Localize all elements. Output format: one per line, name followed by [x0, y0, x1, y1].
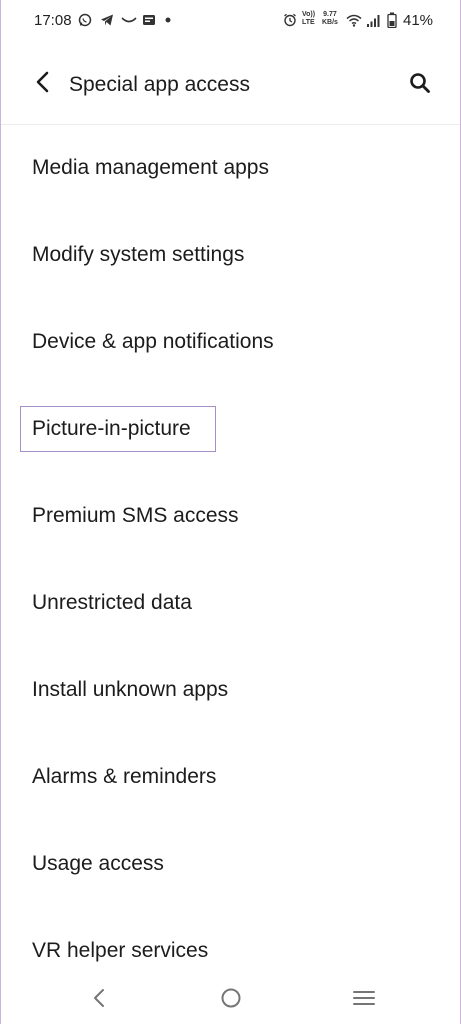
nav-back-icon: [92, 988, 106, 1013]
list-item-label: Modify system settings: [32, 243, 245, 266]
network-speed: 9.77 KB/s: [322, 11, 338, 26]
nav-home-button[interactable]: [215, 984, 247, 1016]
list-item-media-management-apps[interactable]: Media management apps: [1, 126, 460, 213]
search-button[interactable]: [405, 70, 435, 100]
battery-percent: 41%: [403, 12, 434, 29]
special-access-list: Media management apps Modify system sett…: [1, 126, 460, 996]
app-header: Special app access: [1, 52, 460, 118]
signal-icon: [365, 12, 381, 28]
message-icon: [141, 12, 157, 28]
header-divider: [1, 124, 460, 125]
list-item-install-unknown-apps[interactable]: Install unknown apps: [1, 648, 460, 735]
volte-indicator: Vo)) LTE: [302, 11, 316, 26]
list-item-label: Device & app notifications: [32, 330, 274, 353]
list-item-label: Premium SMS access: [32, 504, 239, 527]
page-title: Special app access: [69, 73, 250, 96]
screen-frame: 17:08 Vo)) LTE 9.77 KB/s 41% Special app…: [0, 0, 461, 1024]
list-item-label: Usage access: [32, 852, 164, 875]
list-item-unrestricted-data[interactable]: Unrestricted data: [1, 561, 460, 648]
nav-recents-icon: [353, 989, 375, 1012]
list-item-alarms-reminders[interactable]: Alarms & reminders: [1, 735, 460, 822]
whatsapp-icon: [77, 12, 93, 28]
nav-home-icon: [220, 987, 242, 1014]
nav-recents-button[interactable]: [348, 984, 380, 1016]
back-arrow-icon: [35, 71, 51, 98]
list-item-picture-in-picture[interactable]: Picture-in-picture: [1, 387, 460, 474]
status-bar: 17:08 Vo)) LTE 9.77 KB/s 41%: [1, 0, 460, 44]
dot-icon: [163, 12, 173, 28]
list-item-label: Alarms & reminders: [32, 765, 217, 788]
wifi-icon: [345, 12, 363, 28]
list-item-label: Install unknown apps: [32, 678, 229, 701]
list-item-label: VR helper services: [32, 939, 209, 962]
list-item-modify-system-settings[interactable]: Modify system settings: [1, 213, 460, 300]
list-item-premium-sms-access[interactable]: Premium SMS access: [1, 474, 460, 561]
alarm-icon: [282, 12, 298, 28]
search-icon: [409, 72, 431, 99]
back-button[interactable]: [29, 70, 57, 98]
list-item-device-app-notifications[interactable]: Device & app notifications: [1, 300, 460, 387]
list-item-usage-access[interactable]: Usage access: [1, 822, 460, 909]
battery-icon: [385, 12, 399, 28]
missed-call-icon: [120, 12, 138, 28]
nav-back-button[interactable]: [83, 984, 115, 1016]
telegram-icon: [99, 12, 115, 28]
status-time: 17:08: [34, 12, 72, 29]
list-item-label: Unrestricted data: [32, 591, 192, 614]
list-item-label: Picture-in-picture: [20, 406, 216, 452]
system-nav-bar: [1, 968, 460, 1024]
list-item-label: Media management apps: [32, 156, 269, 179]
